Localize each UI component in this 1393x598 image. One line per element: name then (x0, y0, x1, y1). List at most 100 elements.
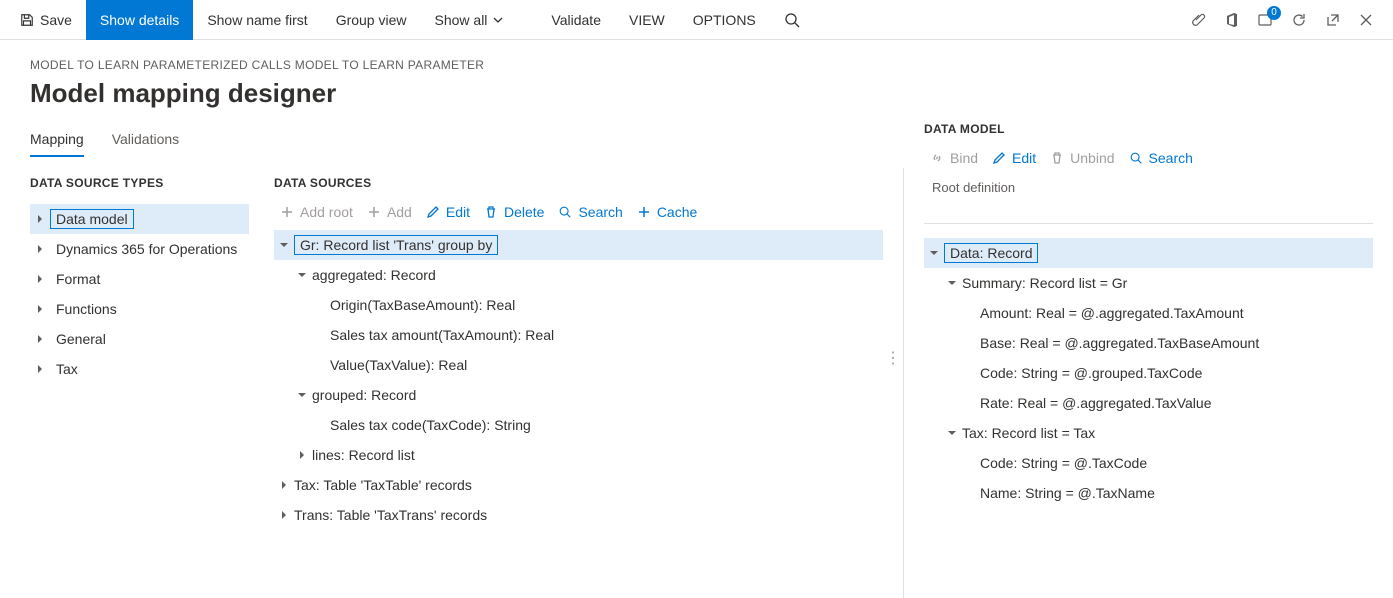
popout-button[interactable] (1325, 12, 1341, 28)
add-root-button[interactable]: Add root (280, 204, 353, 220)
data-source-type-item[interactable]: Dynamics 365 for Operations (30, 234, 249, 264)
bind-button[interactable]: Bind (930, 150, 978, 166)
data-source-type-item[interactable]: Format (30, 264, 249, 294)
unbind-label: Unbind (1070, 150, 1114, 166)
tree-item-label: Gr: Record list 'Trans' group by (294, 235, 498, 255)
chevron-right-icon[interactable] (292, 450, 312, 460)
chevron-down-icon[interactable] (942, 278, 962, 288)
cache-label: Cache (657, 204, 697, 220)
data-model-row[interactable]: Code: String = @.grouped.TaxCode (924, 358, 1373, 388)
data-source-row[interactable]: lines: Record list (274, 440, 883, 470)
search-icon (1129, 151, 1143, 165)
search-model-button[interactable]: Search (1129, 150, 1193, 166)
show-all-button[interactable]: Show all (421, 0, 524, 40)
show-name-first-label: Show name first (207, 12, 307, 28)
edit-model-button[interactable]: Edit (992, 150, 1036, 166)
tree-item-label: Code: String = @.grouped.TaxCode (980, 365, 1202, 381)
group-view-label: Group view (336, 12, 407, 28)
data-model-row[interactable]: Base: Real = @.aggregated.TaxBaseAmount (924, 328, 1373, 358)
data-source-row[interactable]: grouped: Record (274, 380, 883, 410)
data-model-row[interactable]: Code: String = @.TaxCode (924, 448, 1373, 478)
group-view-button[interactable]: Group view (322, 0, 421, 40)
search-action-button[interactable]: Search (558, 204, 622, 220)
chevron-right-icon[interactable] (274, 480, 294, 490)
add-button[interactable]: Add (367, 204, 412, 220)
search-button[interactable] (770, 0, 820, 40)
link-icon (930, 151, 944, 165)
data-source-row[interactable]: Sales tax code(TaxCode): String (274, 410, 883, 440)
close-button[interactable] (1359, 13, 1373, 27)
tree-item-label: Amount: Real = @.aggregated.TaxAmount (980, 305, 1244, 321)
tab-mapping[interactable]: Mapping (30, 125, 84, 157)
chevron-right-icon (30, 364, 50, 374)
data-source-type-item[interactable]: Data model (30, 204, 249, 234)
chevron-down-icon[interactable] (274, 240, 294, 250)
view-label: VIEW (629, 12, 665, 28)
plus-icon (367, 205, 381, 219)
tree-item-label: Base: Real = @.aggregated.TaxBaseAmount (980, 335, 1259, 351)
unbind-button[interactable]: Unbind (1050, 150, 1114, 166)
tree-item-label: lines: Record list (312, 447, 415, 463)
messages-button[interactable]: 0 (1257, 12, 1273, 28)
data-source-row[interactable]: aggregated: Record (274, 260, 883, 290)
data-model-actions: Bind Edit Unbind Search (924, 150, 1373, 176)
chevron-down-icon[interactable] (292, 390, 312, 400)
data-source-type-item[interactable]: General (30, 324, 249, 354)
edit-button[interactable]: Edit (426, 204, 470, 220)
data-sources-actions: Add root Add Edit Delete Search Cache (274, 204, 883, 230)
data-source-row[interactable]: Gr: Record list 'Trans' group by (274, 230, 883, 260)
breadcrumb: MODEL TO LEARN PARAMETERIZED CALLS MODEL… (30, 58, 1363, 72)
delete-label: Delete (504, 204, 544, 220)
system-icons: 0 (1191, 12, 1387, 28)
trash-icon (484, 205, 498, 219)
show-details-label: Show details (100, 12, 179, 28)
chevron-right-icon (30, 244, 50, 254)
resize-handle[interactable]: ⋮ (885, 348, 901, 368)
chevron-right-icon (30, 214, 50, 224)
add-label: Add (387, 204, 412, 220)
data-model-panel: DATA MODEL Bind Edit Unbind Search Root … (903, 168, 1393, 598)
chevron-down-icon[interactable] (942, 428, 962, 438)
data-source-type-item[interactable]: Functions (30, 294, 249, 324)
cache-button[interactable]: Cache (637, 204, 697, 220)
data-model-row[interactable]: Data: Record (924, 238, 1373, 268)
tree-item-label: Functions (50, 299, 123, 319)
page-title: Model mapping designer (30, 78, 1363, 109)
chevron-right-icon (30, 274, 50, 284)
chevron-right-icon[interactable] (274, 510, 294, 520)
data-model-row[interactable]: Name: String = @.TaxName (924, 478, 1373, 508)
data-model-row[interactable]: Amount: Real = @.aggregated.TaxAmount (924, 298, 1373, 328)
tree-item-label: Data model (50, 209, 134, 229)
delete-button[interactable]: Delete (484, 204, 544, 220)
data-source-row[interactable]: Tax: Table 'TaxTable' records (274, 470, 883, 500)
tree-item-label: General (50, 329, 112, 349)
show-details-button[interactable]: Show details (86, 0, 193, 40)
show-name-first-button[interactable]: Show name first (193, 0, 321, 40)
add-root-label: Add root (300, 204, 353, 220)
view-button[interactable]: VIEW (615, 0, 679, 40)
options-button[interactable]: OPTIONS (679, 0, 770, 40)
data-source-row[interactable]: Sales tax amount(TaxAmount): Real (274, 320, 883, 350)
office-icon[interactable] (1225, 12, 1239, 28)
validate-button[interactable]: Validate (537, 0, 615, 40)
tree-item-label: Name: String = @.TaxName (980, 485, 1155, 501)
refresh-button[interactable] (1291, 12, 1307, 28)
data-source-row[interactable]: Origin(TaxBaseAmount): Real (274, 290, 883, 320)
tree-item-label: Dynamics 365 for Operations (50, 239, 243, 259)
chevron-right-icon (30, 304, 50, 314)
data-source-types-panel: DATA SOURCE TYPES Data modelDynamics 365… (30, 168, 260, 598)
tab-validations[interactable]: Validations (112, 125, 179, 157)
data-model-row[interactable]: Tax: Record list = Tax (924, 418, 1373, 448)
tree-item-label: Data: Record (944, 243, 1038, 263)
attach-icon[interactable] (1191, 12, 1207, 28)
data-source-row[interactable]: Value(TaxValue): Real (274, 350, 883, 380)
chevron-down-icon[interactable] (924, 248, 944, 258)
save-button[interactable]: Save (6, 0, 86, 40)
data-model-row[interactable]: Summary: Record list = Gr (924, 268, 1373, 298)
options-label: OPTIONS (693, 12, 756, 28)
chevron-down-icon[interactable] (292, 270, 312, 280)
data-source-type-item[interactable]: Tax (30, 354, 249, 384)
data-source-row[interactable]: Trans: Table 'TaxTrans' records (274, 500, 883, 530)
data-model-header: DATA MODEL (924, 122, 1373, 150)
data-model-row[interactable]: Rate: Real = @.aggregated.TaxValue (924, 388, 1373, 418)
